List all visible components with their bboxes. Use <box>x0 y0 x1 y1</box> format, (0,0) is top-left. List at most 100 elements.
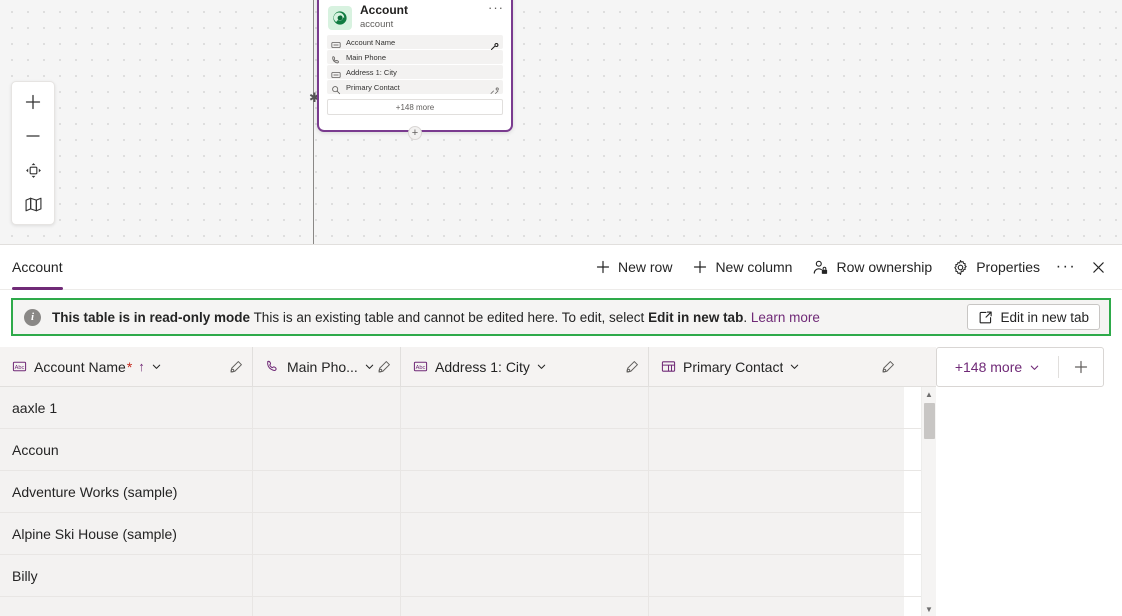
entity-field-row[interactable]: Address 1: City <box>327 65 503 79</box>
cell-city[interactable] <box>401 471 649 512</box>
edit-column-icon[interactable] <box>880 359 896 375</box>
entity-field-row[interactable]: Account Name <box>327 35 503 50</box>
entity-card-account[interactable]: Account account ··· Account Name Main Ph… <box>317 0 513 140</box>
table-row[interactable]: Alpine Ski House (sample) <box>0 513 936 555</box>
new-column-button[interactable]: New column <box>682 251 802 283</box>
sort-ascending-icon[interactable]: ↑ <box>138 359 145 374</box>
column-header-primary-contact[interactable]: Primary Contact <box>649 347 904 386</box>
add-column-button[interactable] <box>1059 348 1103 386</box>
cell-main-phone[interactable] <box>253 513 401 554</box>
entity-card-titles: Account account <box>360 3 502 31</box>
required-indicator: * <box>126 358 133 375</box>
cell-city[interactable] <box>401 387 649 428</box>
entity-field-row[interactable]: Main Phone <box>327 50 503 64</box>
cell-account-name[interactable]: Billy <box>0 555 253 596</box>
scroll-down-arrow[interactable]: ▼ <box>925 602 933 616</box>
scrollbar-track[interactable] <box>922 401 937 602</box>
entity-diagram-canvas[interactable]: ✱ Account account ··· Account Name Main … <box>0 0 1122 244</box>
command-overflow-button[interactable]: ··· <box>1050 251 1082 283</box>
entity-field-label: Account Name <box>346 37 396 47</box>
table-row[interactable]: aaxle 1 <box>0 387 936 429</box>
entity-card-add-button[interactable]: + <box>408 126 422 140</box>
cell-city[interactable] <box>401 513 649 554</box>
grid-vertical-scrollbar[interactable]: ▲ ▼ <box>921 387 936 616</box>
cell-account-name[interactable]: Accoun <box>0 429 253 470</box>
entity-card-menu-button[interactable]: ··· <box>488 1 504 14</box>
table-row[interactable]: Billy <box>0 555 936 597</box>
zoom-out-button[interactable] <box>13 119 53 153</box>
notification-body-before: This is an existing table and cannot be … <box>253 309 649 325</box>
scroll-up-arrow[interactable]: ▲ <box>925 387 933 401</box>
cell-primary-contact[interactable] <box>649 597 904 616</box>
zoom-in-button[interactable] <box>13 85 53 119</box>
field-trail-empty <box>490 53 499 62</box>
chevron-down-icon[interactable] <box>536 361 547 372</box>
cell-city[interactable] <box>401 555 649 596</box>
chevron-down-icon[interactable] <box>789 361 800 372</box>
panel-tabstrip: Account <box>0 245 75 290</box>
edit-column-icon[interactable] <box>624 359 640 375</box>
cell-account-name[interactable] <box>0 597 253 616</box>
new-row-button[interactable]: New row <box>585 251 682 283</box>
chevron-down-icon[interactable] <box>151 361 162 372</box>
table-row[interactable]: Accoun <box>0 429 936 471</box>
cell-account-name[interactable]: Adventure Works (sample) <box>0 471 253 512</box>
column-header-label: Primary Contact <box>683 358 784 375</box>
text-column-icon: Abc <box>12 359 27 374</box>
cell-primary-contact[interactable] <box>649 429 904 470</box>
app-root: ✱ Account account ··· Account Name Main … <box>0 0 1122 616</box>
column-header-address1-city[interactable]: Abc Address 1: City <box>401 347 649 386</box>
tab-account[interactable]: Account <box>0 245 75 290</box>
table-row[interactable] <box>0 597 936 616</box>
cell-city[interactable] <box>401 429 649 470</box>
learn-more-link[interactable]: Learn more <box>751 310 820 325</box>
row-ownership-button[interactable]: Row ownership <box>802 251 942 283</box>
mini-map-button[interactable] <box>13 187 53 221</box>
cell-account-name[interactable]: Alpine Ski House (sample) <box>0 513 253 554</box>
close-icon <box>1092 261 1104 273</box>
gear-icon <box>954 259 967 275</box>
chevron-down-icon[interactable] <box>364 361 375 372</box>
cell-main-phone[interactable] <box>253 387 401 428</box>
table-row[interactable]: Adventure Works (sample) <box>0 471 936 513</box>
more-columns-bar: +148 more <box>936 347 1104 387</box>
notification-message: This table is in read-only mode This is … <box>52 310 967 325</box>
fit-to-screen-button[interactable] <box>13 153 53 187</box>
read-only-notification: i This table is in read-only mode This i… <box>11 298 1111 336</box>
grid-body: aaxle 1 Accoun Adventure Works (sample) <box>0 387 936 616</box>
cell-primary-contact[interactable] <box>649 513 904 554</box>
cell-primary-contact[interactable] <box>649 387 904 428</box>
cell-main-phone[interactable] <box>253 555 401 596</box>
column-header-label: Main Pho... <box>287 358 358 375</box>
lookup-field-icon <box>331 82 341 95</box>
entity-card-more-fields-button[interactable]: +148 more <box>327 99 503 115</box>
cell-main-phone[interactable] <box>253 429 401 470</box>
table-designer-panel: Account New row New column Row ownership… <box>0 244 1122 616</box>
cell-primary-contact[interactable] <box>649 555 904 596</box>
scrollbar-thumb[interactable] <box>923 403 935 439</box>
properties-button[interactable]: Properties <box>942 251 1050 283</box>
edit-in-new-tab-button[interactable]: Edit in new tab <box>967 304 1100 330</box>
entity-field-row[interactable]: Primary Contact <box>327 80 503 95</box>
column-header-label: Address 1: City <box>435 358 530 375</box>
notification-title: This table is in read-only mode <box>52 309 251 325</box>
edit-column-icon[interactable] <box>228 359 244 375</box>
more-columns-label: +148 more <box>954 359 1023 375</box>
cell-primary-contact[interactable] <box>649 471 904 512</box>
cell-city[interactable] <box>401 597 649 616</box>
overflow-dots-icon: ··· <box>1055 258 1077 275</box>
cell-main-phone[interactable] <box>253 471 401 512</box>
column-header-main-phone[interactable]: Main Pho... <box>253 347 401 386</box>
cell-main-phone[interactable] <box>253 597 401 616</box>
column-header-account-name[interactable]: Abc Account Name * ↑ <box>0 347 253 386</box>
edit-column-icon[interactable] <box>376 359 392 375</box>
plus-icon <box>694 260 707 274</box>
column-header-label: Account Name <box>34 358 126 375</box>
chevron-down-icon <box>1030 365 1039 370</box>
more-columns-button[interactable]: +148 more <box>937 348 1058 386</box>
cell-account-name[interactable]: aaxle 1 <box>0 387 253 428</box>
close-panel-button[interactable] <box>1082 251 1114 283</box>
grid-header-row: Abc Account Name * ↑ Main Pho... Abc Add… <box>0 347 936 387</box>
field-trail-empty <box>490 68 499 77</box>
svg-text:Abc: Abc <box>416 365 426 371</box>
